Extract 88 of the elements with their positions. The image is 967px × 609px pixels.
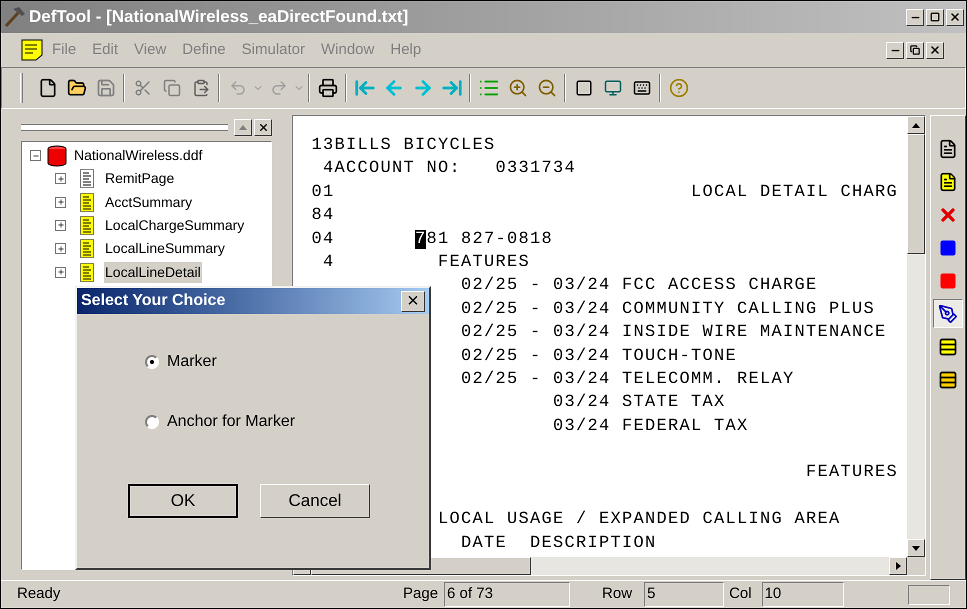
restore-button[interactable]	[906, 42, 924, 58]
tree-item[interactable]: RemitPage	[104, 168, 176, 190]
note-icon	[21, 39, 43, 61]
text-line: FEATURES	[806, 462, 898, 484]
close-button[interactable]	[946, 8, 964, 26]
tool-button[interactable]	[933, 299, 964, 328]
document-icon	[938, 138, 958, 158]
triangle-icon	[912, 122, 920, 128]
triangle-icon	[239, 124, 248, 130]
maximize-icon	[930, 12, 940, 22]
plus-icon	[56, 198, 64, 206]
restore-icon	[910, 45, 920, 55]
close-icon	[929, 44, 941, 56]
expand-toggle[interactable]	[55, 243, 66, 254]
minimize-button[interactable]	[886, 42, 904, 58]
close-button[interactable]: ×	[401, 290, 425, 312]
record-code: 01	[311, 182, 334, 204]
plus-icon	[56, 221, 64, 230]
maximize-button[interactable]	[926, 8, 944, 26]
triangle-icon	[912, 546, 920, 550]
database-icon	[45, 144, 69, 166]
document-icon	[80, 216, 94, 235]
status-label: Row	[602, 584, 632, 604]
pen-icon	[938, 304, 958, 324]
status-label: Col	[729, 584, 752, 604]
status-panel	[908, 584, 950, 604]
text-line: 4ACCOUNT NO: 0331734	[322, 158, 576, 180]
document-icon	[80, 169, 94, 188]
row-field: 5	[644, 582, 724, 607]
expand-toggle[interactable]	[55, 196, 66, 208]
document-icon	[80, 192, 94, 212]
close-button[interactable]	[254, 118, 272, 136]
tree-item[interactable]: NationalWireless.ddf	[73, 145, 204, 166]
page-field: 6 of 73	[444, 582, 570, 607]
tree-item[interactable]: AcctSummary	[104, 192, 194, 213]
status-message: Ready	[17, 584, 62, 604]
hammer-icon	[3, 6, 27, 28]
tree-item[interactable]: LocalLineDetail	[104, 262, 202, 283]
record-code: 4	[322, 252, 334, 274]
col-field: 10	[762, 582, 844, 607]
radio-option[interactable]: Marker	[145, 350, 429, 374]
radio-button[interactable]	[145, 355, 159, 369]
expand-toggle[interactable]	[55, 220, 66, 231]
document-icon	[938, 172, 958, 192]
text-line: LOCAL DETAIL CHARG	[690, 182, 898, 204]
plus-icon	[56, 268, 64, 276]
close-button[interactable]	[926, 42, 944, 58]
text-line: 02/25 - 03/24 TELECOMM. RELAY	[460, 368, 795, 391]
collapse-toggle[interactable]	[30, 150, 41, 161]
minimize-button[interactable]	[906, 8, 924, 26]
text-line: 02/25 - 03/24 FCC ACCESS CHARGE	[460, 275, 818, 298]
vertical-scrollbar[interactable]	[907, 116, 926, 557]
close-icon	[258, 122, 269, 132]
text-line: FEATURES	[438, 252, 530, 274]
expand-toggle[interactable]	[55, 173, 66, 184]
dialog-title: Select Your Choice	[81, 291, 226, 311]
text-line: 03/24 STATE TAX	[552, 392, 726, 414]
record-code: 84	[311, 205, 334, 228]
text-line: DATE DESCRIPTION	[460, 532, 656, 555]
radio-option[interactable]: Anchor for Marker	[145, 410, 429, 434]
document-icon	[80, 239, 94, 258]
plus-icon	[56, 244, 64, 253]
document-icon	[80, 262, 94, 282]
tree-item[interactable]: LocalChargeSummary	[104, 214, 246, 236]
table-icon	[938, 336, 958, 356]
cancel-button[interactable]: Cancel	[260, 484, 370, 518]
text-line: 02/25 - 03/24 COMMUNITY CALLING PLUS	[460, 298, 876, 321]
window-title: DefTool - [NationalWireless_eaDirectFound.txt]	[29, 6, 408, 28]
text-line: 7 81 827-0818	[414, 228, 553, 251]
text-line: 13BILLS BICYCLES	[311, 135, 496, 157]
text-line: 03/24 FEDERAL TAX	[552, 416, 748, 438]
ok-button[interactable]: OK	[128, 484, 238, 518]
square-icon	[939, 238, 958, 256]
panel-grip[interactable]	[21, 124, 228, 130]
text-line: 02/25 - 03/24 TOUCH-TONE	[460, 346, 737, 368]
text-line: LOCAL USAGE / EXPANDED CALLING AREA	[438, 509, 841, 532]
square-icon	[939, 272, 958, 290]
plus-icon	[56, 174, 64, 183]
scroll-up-button[interactable]	[234, 118, 252, 136]
expand-toggle[interactable]	[55, 266, 66, 278]
status-label: Page	[403, 584, 438, 604]
record-code: 04	[311, 228, 334, 251]
triangle-icon	[896, 562, 901, 570]
table-icon	[938, 370, 958, 390]
text-line: 02/25 - 03/24 INSIDE WIRE MAINTENANCE	[460, 322, 887, 344]
tree-item[interactable]: LocalLineSummary	[104, 238, 226, 260]
radio-button[interactable]	[145, 415, 159, 429]
close-icon	[949, 11, 961, 23]
